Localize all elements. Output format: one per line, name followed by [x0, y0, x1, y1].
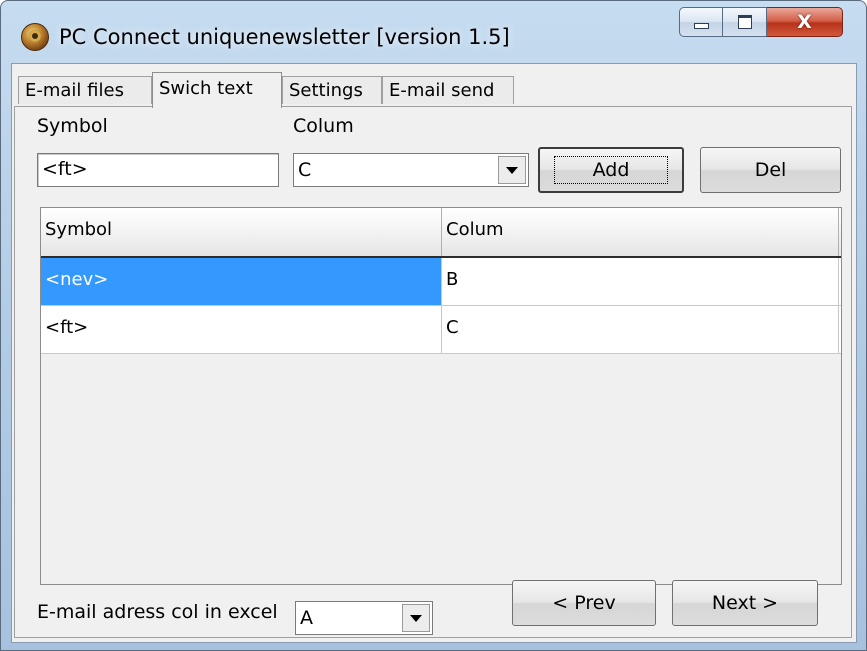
tab-email-send[interactable]: E-mail send: [382, 76, 514, 104]
table-cell-symbol[interactable]: <ft>: [41, 306, 442, 353]
table-cell-colum[interactable]: C: [442, 306, 839, 353]
tab-swich-text[interactable]: Swich text: [152, 72, 282, 108]
close-icon: X: [797, 10, 812, 33]
client-area: E-mail files Swich text Settings E-mail …: [11, 63, 857, 643]
tab-settings[interactable]: Settings: [282, 76, 382, 104]
symbol-table[interactable]: Symbol Colum <nev> B <ft> C: [40, 207, 842, 585]
caption-buttons: X: [679, 7, 843, 39]
colum-dropdown[interactable]: C: [293, 153, 529, 187]
maximize-icon: [737, 15, 752, 29]
window-title: PC Connect uniquenewsletter [version 1.5…: [59, 25, 510, 49]
title-bar[interactable]: PC Connect uniquenewsletter [version 1.5…: [1, 1, 866, 63]
maximize-button[interactable]: [723, 7, 767, 37]
email-col-dropdown-button[interactable]: [402, 604, 430, 632]
prev-button-label: < Prev: [552, 592, 616, 614]
table-cell-symbol[interactable]: <nev>: [41, 258, 442, 305]
column-header-colum[interactable]: Colum: [442, 208, 839, 256]
next-button-label: Next >: [711, 592, 779, 614]
next-button[interactable]: Next >: [672, 580, 818, 626]
app-logo-icon[interactable]: [21, 23, 49, 51]
table-cell-colum[interactable]: B: [442, 258, 839, 305]
colum-dropdown-value: C: [298, 159, 312, 181]
tab-email-files[interactable]: E-mail files: [18, 76, 152, 104]
chevron-down-icon: [506, 166, 518, 174]
tab-panel-swich-text: Symbol <ft> Colum C Add Del Symbol Colum: [14, 106, 852, 638]
symbol-input[interactable]: <ft>: [37, 153, 279, 187]
table-header: Symbol Colum: [41, 208, 841, 258]
table-row[interactable]: <ft> C: [41, 306, 841, 354]
email-col-label: E-mail adress col in excel: [37, 601, 278, 623]
minimize-icon: [693, 23, 709, 29]
symbol-label: Symbol: [37, 115, 108, 137]
chevron-down-icon: [410, 614, 422, 622]
prev-button[interactable]: < Prev: [512, 580, 656, 626]
email-col-dropdown-value: A: [300, 607, 313, 629]
colum-label: Colum: [293, 115, 354, 137]
email-col-dropdown[interactable]: A: [295, 601, 433, 635]
minimize-button[interactable]: [679, 7, 723, 37]
add-button-label: Add: [553, 156, 669, 184]
main-window: PC Connect uniquenewsletter [version 1.5…: [0, 0, 867, 651]
tab-strip: E-mail files Swich text Settings E-mail …: [12, 72, 856, 108]
column-header-symbol[interactable]: Symbol: [41, 208, 442, 256]
del-button-label: Del: [754, 159, 787, 181]
close-button[interactable]: X: [767, 7, 843, 37]
table-row[interactable]: <nev> B: [41, 258, 841, 306]
del-button[interactable]: Del: [700, 147, 841, 193]
colum-dropdown-button[interactable]: [498, 156, 526, 184]
add-button[interactable]: Add: [538, 147, 684, 193]
